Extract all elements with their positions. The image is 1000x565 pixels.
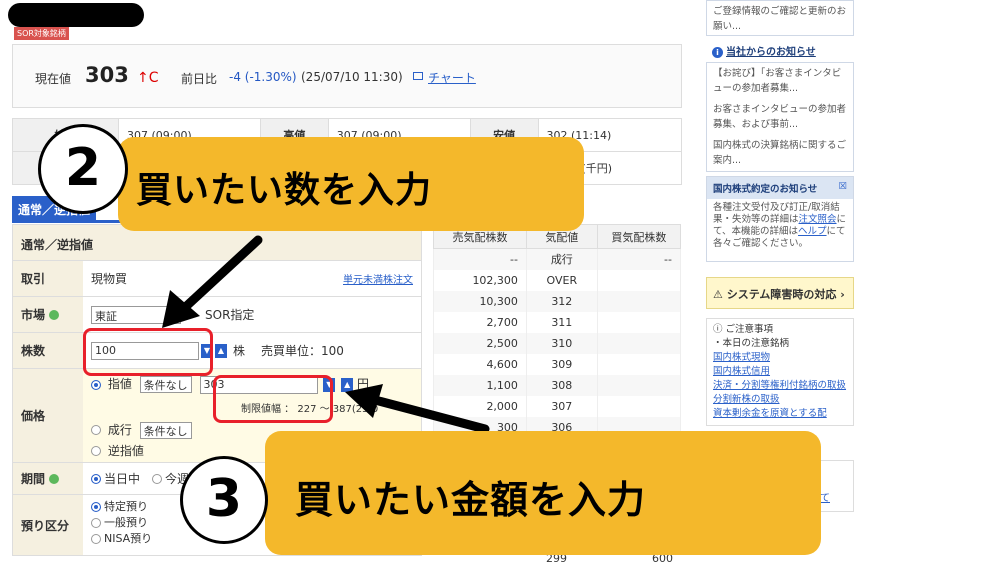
table-row[interactable]: 102,300 OVER [433, 269, 682, 291]
help-link[interactable]: ヘルプ [798, 226, 827, 237]
stop-order-label: 逆指値 [107, 443, 144, 458]
trade-unit: 売買単位：100 [261, 344, 344, 358]
registration-notice[interactable]: ご登録情報のご確認と更新のお願い... [706, 0, 854, 36]
step3-number: 3 [180, 456, 268, 544]
step2-callout: 買いたい数を入力 [118, 137, 584, 231]
deposit-general-label: 一般預り [104, 516, 148, 529]
order-inquiry-link[interactable]: 注文照会 [799, 214, 837, 225]
table-row[interactable]: 2,700 311 [433, 311, 682, 333]
news-list: 【お詫び】「お客さまインタビューの参加者募集... お客さまインタビューの参加者… [706, 62, 854, 172]
deposit-label: 預り区分 [13, 495, 83, 555]
price-timestamp: (25/07/10 11:30) [301, 70, 403, 84]
notice-link[interactable]: 分割新株の取扱 [713, 393, 847, 407]
table-row[interactable]: 10,300 312 [433, 290, 682, 312]
trade-value: 現物買 [91, 272, 128, 286]
quantity-unit: 株 [233, 344, 246, 358]
price-highlight [213, 375, 333, 423]
current-price-value: 303 [85, 63, 129, 87]
step2-number: 2 [38, 124, 128, 214]
quantity-label: 株数 [13, 333, 83, 368]
current-price-label: 現在値 [35, 72, 72, 86]
notice-link[interactable]: 決済・分割等権利付銘柄の取扱 [713, 379, 847, 393]
chart-icon [413, 72, 423, 80]
quantity-row: 株数 100 ▼ ▲ 株 売買単位：100 [13, 333, 421, 369]
deposit-nisa-radio[interactable] [91, 534, 101, 544]
price-change: -4 (-1.30%) [229, 70, 297, 84]
limit-order-radio[interactable] [91, 379, 101, 390]
market-order-radio[interactable] [91, 425, 101, 435]
sidebar-partial-link[interactable]: て [820, 489, 830, 504]
table-row[interactable]: -- 成行 -- [433, 248, 682, 270]
market-order-label: 成行 [107, 422, 132, 437]
trade-label: 取引 [13, 261, 83, 296]
stop-order-radio[interactable] [91, 446, 101, 456]
board-header-buy: 買気配株数 [596, 224, 682, 249]
market-condition-select[interactable]: 条件なし [139, 421, 192, 439]
table-row[interactable]: 4,600 309 [433, 353, 682, 375]
redacted-stock-name [8, 3, 144, 27]
news-item[interactable]: 国内株式の決算銘柄に関するご案内... [707, 135, 853, 171]
period-label: 期間 [21, 472, 46, 486]
warning-icon: ⚠ [713, 288, 723, 301]
news-item[interactable]: お客さまインタビューの参加者募集、および事前... [707, 99, 853, 135]
caution-icon: ⓘ [713, 324, 723, 335]
step3-callout: 買いたい金額を入力 [265, 431, 821, 555]
market-label: 市場 [21, 308, 46, 322]
notice-link[interactable]: 国内株式現物 [713, 351, 847, 365]
prev-day-label: 前日比 [181, 72, 218, 86]
close-icon[interactable]: ☒ [838, 181, 847, 192]
deposit-nisa-label: NISA預り [104, 532, 153, 545]
info-icon: i [712, 47, 723, 58]
odd-lot-order-link[interactable]: 単元未満株注文 [343, 271, 413, 286]
caution-notice: ⓘ ご注意事項 ・本日の注意銘柄 国内株式現物 国内株式信用 決済・分割等権利付… [706, 318, 854, 426]
news-item[interactable]: 【お詫び】「お客さまインタビューの参加者募集... [707, 63, 853, 99]
help-icon[interactable] [49, 473, 60, 484]
period-today-label: 当日中 [104, 472, 141, 486]
deposit-general-radio[interactable] [91, 518, 101, 528]
notice-link[interactable]: 国内株式信用 [713, 365, 847, 379]
period-today-radio[interactable] [91, 473, 101, 484]
help-icon[interactable] [49, 309, 60, 320]
domestic-head: 国内株式約定のお知らせ [713, 184, 818, 195]
current-price-panel: 現在値 303 ↑C 前日比 -4 (-1.30%) (25/07/10 11:… [12, 44, 682, 108]
price-trend-indicator: ↑C [137, 70, 159, 86]
step2-arrow [162, 235, 263, 328]
limit-condition-select[interactable]: 条件なし [139, 376, 192, 393]
system-failure-button[interactable]: ⚠ システム障害時の対応 › [706, 277, 854, 309]
step2-text: 買いたい数を入力 [136, 170, 433, 211]
chevron-right-icon: › [840, 288, 845, 301]
domestic-execution-panel: 国内株式約定のお知らせ ☒ 各種注文受付及び訂正/取消結果・失効等の詳細は注文照会… [706, 176, 854, 262]
notice-link[interactable]: 資本剰余金を原資とする配 [713, 407, 847, 421]
sor-badge: SOR対象銘柄 [14, 27, 69, 40]
deposit-specific-label: 特定預り [104, 500, 148, 513]
period-week-radio[interactable] [152, 473, 163, 484]
limit-order-label: 指値 [107, 377, 132, 391]
deposit-specific-radio[interactable] [91, 502, 101, 512]
step3-text: 買いたい金額を入力 [295, 478, 647, 522]
quantity-highlight [83, 328, 213, 376]
price-label: 価格 [13, 369, 83, 462]
quantity-up-button[interactable]: ▲ [215, 343, 227, 358]
news-head-link[interactable]: i 当社からのお知らせ [712, 43, 816, 58]
table-row[interactable]: 2,500 310 [433, 332, 682, 354]
chart-link[interactable]: チャート [428, 69, 476, 86]
